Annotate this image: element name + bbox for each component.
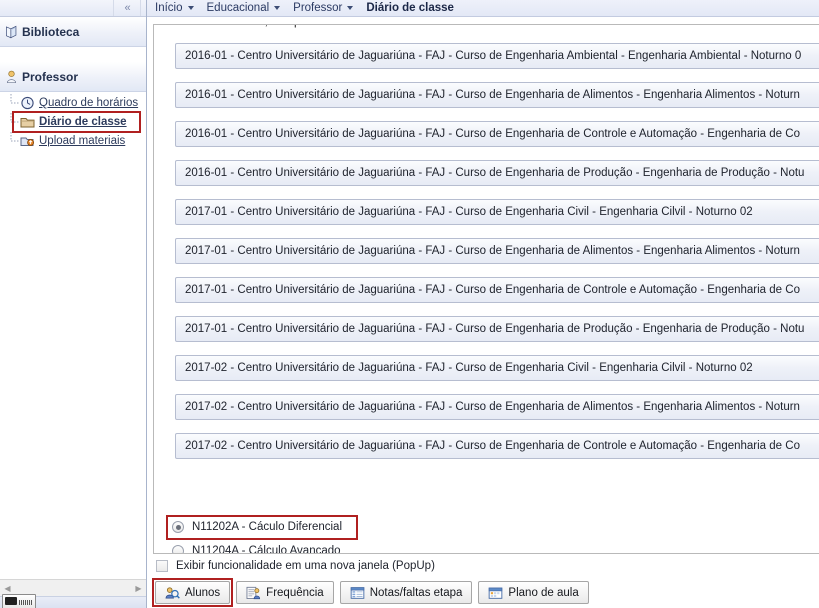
application-window: « Biblioteca Professor Quadro de horário…: [0, 0, 819, 608]
folder-icon: [20, 115, 35, 129]
main-content-area: Início Educacional Professor Diário de c…: [147, 0, 819, 608]
attendance-icon: [246, 586, 261, 600]
clock-icon: [20, 96, 35, 110]
menu-item-inicio[interactable]: Início: [155, 2, 201, 14]
students-search-icon: [165, 586, 180, 600]
plano-de-aula-button[interactable]: Plano de aula: [478, 581, 589, 604]
list-item[interactable]: 2017-01 - Centro Universitário de Jaguar…: [175, 238, 819, 264]
popup-option-row[interactable]: Exibir funcionalidade em uma nova janela…: [156, 560, 435, 572]
tree-branch-icon: [8, 94, 20, 112]
top-menubar: Início Educacional Professor Diário de c…: [147, 0, 819, 17]
notas-faltas-etapa-button[interactable]: Notas/faltas etapa: [339, 581, 473, 604]
chevron-down-icon: [274, 6, 281, 10]
radio-button[interactable]: [172, 545, 184, 553]
popup-option-label: Exibir funcionalidade em uma nova janela…: [176, 560, 435, 572]
book-icon: [4, 25, 19, 39]
button-label: Frequência: [266, 586, 324, 599]
button-label: Plano de aula: [508, 586, 579, 599]
user-icon: [4, 70, 19, 84]
popup-checkbox[interactable]: [156, 560, 168, 572]
menu-item-label: Início: [155, 2, 183, 14]
triangle-right-icon[interactable]: ▶: [131, 581, 146, 596]
list-item[interactable]: 2017-02 - Centro Universitário de Jaguar…: [175, 394, 819, 420]
list-item[interactable]: 2016-01 - Centro Universitário de Jaguar…: [175, 43, 819, 69]
chevron-down-icon: [187, 6, 194, 10]
calendar-icon: [488, 586, 503, 600]
radio-label: N11204A - Cálculo Avançado: [192, 545, 341, 554]
turma-disciplina-list: 2016-01 - Centro Universitário de Jaguar…: [175, 43, 819, 472]
sidebar-item-label: Diário de classe: [39, 116, 127, 128]
menu-item-label: Educacional: [206, 2, 270, 14]
button-label: Notas/faltas etapa: [369, 586, 463, 599]
selection-panel: Selecione uma turma, disciplina: 2016-01…: [153, 24, 819, 554]
sidebar-item-list: Quadro de horários Diário de classe Uplo…: [0, 92, 146, 150]
upload-icon: [20, 134, 35, 148]
list-item[interactable]: 2017-01 - Centro Universitário de Jaguar…: [175, 277, 819, 303]
alunos-button-wrapper: Alunos: [152, 578, 234, 607]
taskbar-item[interactable]: [2, 594, 36, 608]
list-item[interactable]: 2016-01 - Centro Universitário de Jaguar…: [175, 160, 819, 186]
sidebar-topbar: «: [0, 0, 146, 17]
alunos-button[interactable]: Alunos: [155, 581, 231, 604]
sidebar-group-header[interactable]: Professor: [0, 62, 146, 92]
disciplina-radio-group: N11202A - Cáculo Diferencial N11204A - C…: [166, 515, 358, 554]
sidebar-group-label: Professor: [22, 69, 79, 84]
sidebar-group-professor[interactable]: Professor Quadro de horários Diário de c…: [0, 62, 146, 151]
sidebar-item-label: Quadro de horários: [39, 97, 139, 109]
list-item[interactable]: 2017-01 - Centro Universitário de Jaguar…: [175, 316, 819, 342]
double-chevron-left-icon[interactable]: «: [113, 0, 141, 16]
button-label: Alunos: [185, 586, 221, 599]
menu-item-diario-de-classe[interactable]: Diário de classe: [366, 2, 461, 14]
sidebar-item-label: Upload materiais: [39, 135, 126, 147]
sidebar-item-quadro-de-horarios[interactable]: Quadro de horários: [8, 94, 146, 112]
menu-item-educacional[interactable]: Educacional: [207, 2, 288, 14]
chevron-down-icon: [347, 6, 354, 10]
sidebar-group-biblioteca[interactable]: Biblioteca: [0, 17, 146, 47]
tree-branch-icon: [8, 113, 20, 131]
radio-row-n11202a[interactable]: N11202A - Cáculo Diferencial: [166, 515, 358, 540]
panel-caption: Selecione uma turma, disciplina:: [156, 25, 322, 28]
list-item[interactable]: 2017-01 - Centro Universitário de Jaguar…: [175, 199, 819, 225]
list-item[interactable]: 2017-02 - Centro Universitário de Jaguar…: [175, 433, 819, 459]
menu-item-professor[interactable]: Professor: [293, 2, 360, 14]
radio-row-n11204a[interactable]: N11204A - Cálculo Avançado: [166, 539, 342, 554]
sidebar-group-header[interactable]: Biblioteca: [0, 17, 146, 47]
action-button-bar: Alunos Frequência Notas/faltas etapa Pla…: [152, 578, 589, 607]
list-item[interactable]: 2016-01 - Centro Universitário de Jaguar…: [175, 82, 819, 108]
list-item[interactable]: 2016-01 - Centro Universitário de Jaguar…: [175, 121, 819, 147]
sidebar-group-label: Biblioteca: [22, 24, 80, 39]
list-item[interactable]: 2017-02 - Centro Universitário de Jaguar…: [175, 355, 819, 381]
radio-button[interactable]: [172, 521, 184, 533]
radio-label: N11202A - Cáculo Diferencial: [192, 521, 343, 533]
sidebar-item-diario-de-classe[interactable]: Diário de classe: [8, 111, 146, 133]
menu-item-label: Diário de classe: [366, 2, 454, 14]
menu-item-label: Professor: [293, 2, 343, 14]
tree-branch-icon: [8, 132, 20, 150]
frequencia-button[interactable]: Frequência: [236, 581, 334, 604]
left-sidebar: « Biblioteca Professor Quadro de horário…: [0, 0, 147, 608]
grades-list-icon: [350, 586, 365, 600]
sidebar-item-upload-materiais[interactable]: Upload materiais: [8, 132, 146, 150]
